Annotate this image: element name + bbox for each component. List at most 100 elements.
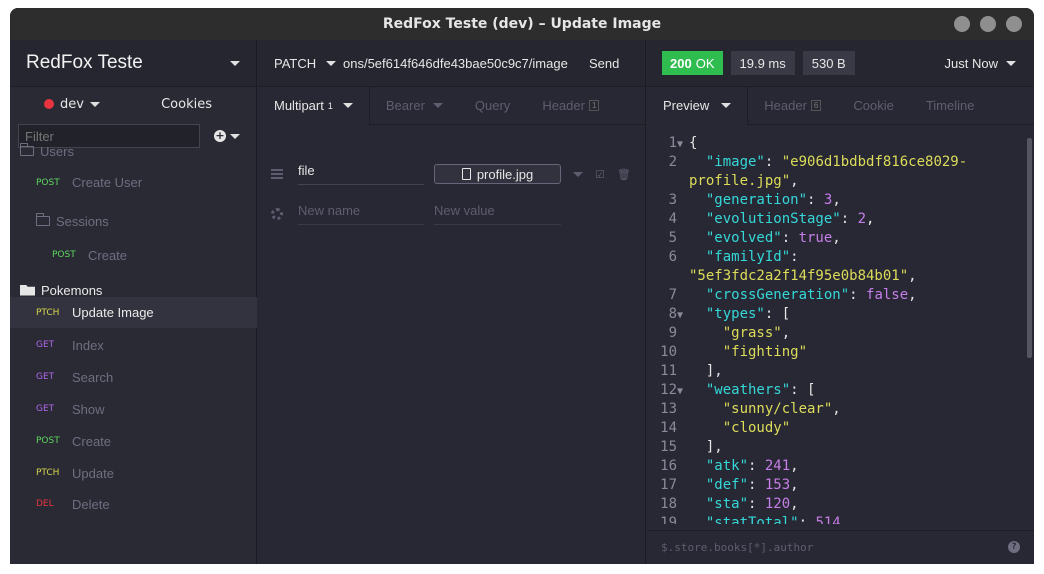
- line-number: 17: [660, 477, 677, 493]
- code-text: "generation": 3,: [705, 192, 841, 208]
- drag-handle-icon[interactable]: [271, 169, 283, 179]
- folder-sessions[interactable]: Sessions: [10, 210, 257, 232]
- chevron-down-icon: [326, 60, 337, 66]
- folder-users[interactable]: Users: [10, 140, 257, 162]
- line-number: 16: [660, 458, 677, 474]
- workspace-menu[interactable]: RedFox Teste: [10, 40, 256, 87]
- line-number: 11: [660, 363, 677, 379]
- fold-arrow-icon[interactable]: ▼: [677, 382, 689, 401]
- environment-selector[interactable]: dev: [60, 97, 84, 112]
- chevron-down-icon[interactable]: [573, 171, 583, 177]
- request-tabs: Multipart 1 Bearer Query Header 1: [258, 86, 645, 125]
- code-text: "statTotal": 514,: [705, 515, 850, 524]
- fold-gutter: [677, 344, 689, 363]
- code-text: "crossGeneration": false,: [705, 287, 917, 303]
- chevron-down-icon: [230, 133, 240, 139]
- line-number: 2: [668, 154, 677, 170]
- tab-header[interactable]: Header 1: [526, 87, 615, 125]
- new-name-input[interactable]: New name: [298, 203, 424, 225]
- request-item[interactable]: PTCH Update: [10, 463, 257, 483]
- response-time: 19.9 ms: [730, 51, 795, 75]
- code-line: 13 "sunny/clear",: [647, 400, 841, 419]
- tab-preview[interactable]: Preview: [647, 86, 749, 125]
- tab-response-header[interactable]: Header 6: [748, 87, 837, 125]
- send-button[interactable]: Send: [585, 56, 645, 71]
- fold-gutter: [677, 515, 689, 524]
- code-text: "def": 153,: [705, 477, 799, 493]
- minimize-button[interactable]: [954, 16, 970, 32]
- request-pane: PATCH ons/5ef614f646dfe43bae50c9c7/image…: [258, 40, 646, 564]
- maximize-button[interactable]: [980, 16, 996, 32]
- chevron-down-icon: [230, 60, 240, 66]
- request-item[interactable]: POST Create: [10, 431, 257, 451]
- fold-gutter: [677, 173, 689, 192]
- code-line: 2 "image": "e906d1bdbdf816ce8029-: [647, 153, 968, 173]
- environment-color-dot: [44, 99, 54, 109]
- line-number: 12: [660, 382, 677, 398]
- line-number: 8: [668, 306, 677, 322]
- request-item[interactable]: GET Show: [10, 399, 257, 419]
- status-badge: 200 OK: [662, 51, 723, 75]
- fold-gutter: [677, 325, 689, 344]
- code-line: 17 "def": 153,: [647, 476, 799, 495]
- tab-multipart[interactable]: Multipart 1: [258, 86, 370, 125]
- line-number: 9: [668, 325, 677, 341]
- fold-arrow-icon[interactable]: ▼: [677, 135, 689, 154]
- param-name-input[interactable]: file: [298, 163, 424, 185]
- request-item[interactable]: DEL Delete: [10, 494, 257, 514]
- code-line: 12▼ "weathers": [: [647, 381, 815, 400]
- code-text: "image": "e906d1bdbdf816ce8029-: [705, 154, 968, 170]
- request-item[interactable]: POST Create: [10, 244, 257, 266]
- response-filter-input[interactable]: $.store.books[*].author ?: [647, 530, 1034, 564]
- folder-open-icon: [20, 284, 35, 296]
- code-line: 8▼ "types": [: [647, 305, 791, 325]
- history-dropdown[interactable]: Just Now: [945, 56, 1016, 71]
- cookies-button[interactable]: Cookies: [161, 97, 212, 112]
- code-text: "sta": 120,: [705, 496, 799, 512]
- sidebar: RedFox Teste dev Cookies + Users POST Cr…: [10, 40, 257, 564]
- workspace-name: RedFox Teste: [26, 52, 143, 73]
- trash-icon[interactable]: 🗑: [617, 168, 631, 181]
- code-line: 4 "evolutionStage": 2,: [647, 210, 875, 229]
- code-text: ],: [705, 439, 723, 455]
- window-controls: [954, 16, 1022, 32]
- url-input[interactable]: ons/5ef614f646dfe43bae50c9c7/image: [343, 56, 585, 71]
- file-picker-button[interactable]: profile.jpg: [434, 164, 561, 184]
- tab-cookie[interactable]: Cookie: [837, 87, 909, 125]
- app-window: RedFox Teste (dev) – Update Image RedFox…: [10, 8, 1034, 564]
- request-item-active[interactable]: PTCH Update Image: [10, 297, 257, 328]
- code-text: "sunny/clear",: [722, 401, 841, 417]
- response-pane: 200 OK 19.9 ms 530 B Just Now Preview He…: [647, 40, 1034, 564]
- tab-query[interactable]: Query: [459, 87, 526, 125]
- help-icon[interactable]: ?: [1008, 541, 1020, 553]
- new-param-row: New name New value: [258, 203, 646, 225]
- tab-bearer[interactable]: Bearer: [370, 87, 459, 125]
- response-tabs: Preview Header 6 Cookie Timeline: [647, 86, 1034, 125]
- fold-gutter: [677, 249, 689, 268]
- line-number: 13: [660, 401, 677, 417]
- line-number: 3: [668, 192, 677, 208]
- response-body: 1▼{2 "image": "e906d1bdbdf816ce8029- pro…: [647, 134, 1027, 524]
- file-icon: [461, 168, 471, 180]
- request-item[interactable]: GET Index: [10, 335, 257, 355]
- code-line: 16 "atk": 241,: [647, 457, 799, 476]
- code-line: 18 "sta": 120,: [647, 495, 799, 514]
- fold-arrow-icon[interactable]: ▼: [677, 306, 689, 325]
- window-title: RedFox Teste (dev) – Update Image: [382, 16, 662, 32]
- checkbox-icon[interactable]: ☑: [595, 168, 605, 181]
- scrollbar[interactable]: [1027, 138, 1032, 358]
- close-button[interactable]: [1006, 16, 1022, 32]
- line-number: 18: [660, 496, 677, 512]
- code-line: 6 "familyId":: [647, 248, 799, 267]
- tab-timeline[interactable]: Timeline: [910, 87, 991, 125]
- fold-gutter: [677, 154, 689, 173]
- method-selector[interactable]: PATCH: [258, 56, 343, 71]
- folder-icon: [19, 143, 34, 156]
- code-line: 10 "fighting": [647, 343, 807, 362]
- code-text: "atk": 241,: [705, 458, 799, 474]
- new-value-input[interactable]: New value: [434, 203, 561, 225]
- code-text: {: [689, 135, 698, 151]
- line-number: 1: [668, 135, 677, 151]
- request-item[interactable]: POST Create User: [10, 175, 257, 190]
- request-item[interactable]: GET Search: [10, 367, 257, 387]
